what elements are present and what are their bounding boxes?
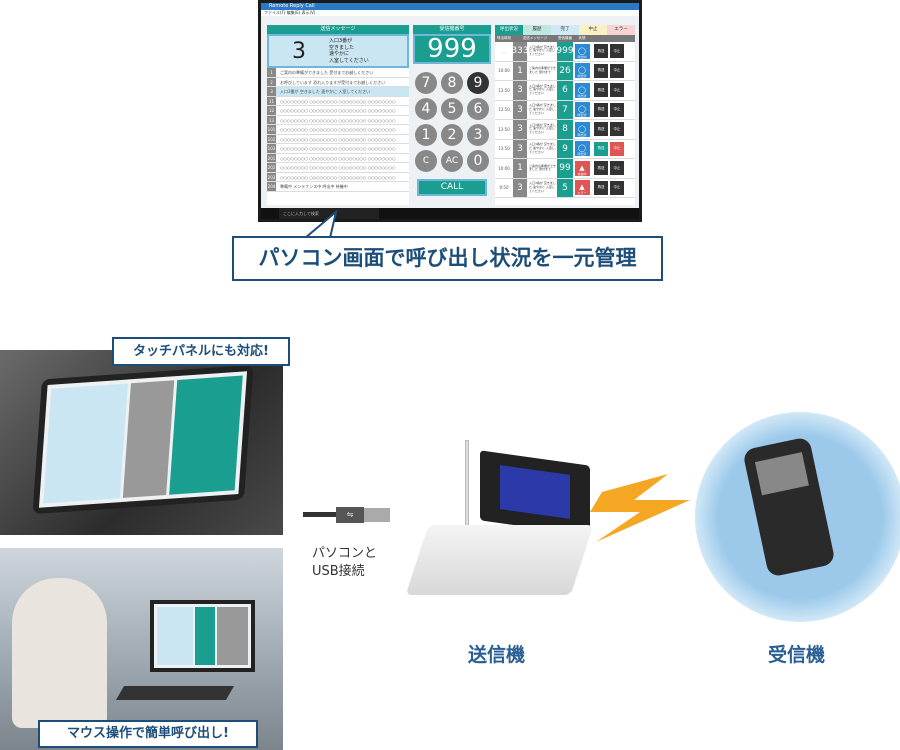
- tablet-photo: [0, 350, 283, 535]
- receiver-device: [742, 436, 836, 578]
- usb-caption: パソコンと USB接続: [312, 545, 377, 581]
- touch-callout: タッチパネルにも対応!: [112, 337, 290, 366]
- person: [12, 578, 107, 728]
- usb-icon: ⇋: [336, 507, 364, 523]
- usb-caption-line2: USB接続: [312, 564, 365, 579]
- receiver-label: 受信機: [768, 644, 826, 666]
- transmitter-label: 送信機: [468, 644, 526, 666]
- keyboard: [115, 686, 235, 700]
- transmitter-antenna: [465, 440, 469, 535]
- usb-caption-line1: パソコンと: [312, 546, 378, 561]
- usb-plug: [364, 508, 390, 522]
- mouse-callout: マウス操作で簡単呼び出し!: [38, 720, 258, 748]
- monitor: [150, 600, 255, 672]
- receiver-circle: [695, 412, 900, 622]
- transmitter-base: [405, 525, 594, 595]
- callout-pointer: [302, 209, 338, 239]
- main-callout: パソコン画面で呼び出し状況を一元管理: [232, 236, 663, 281]
- tablet-device: [32, 364, 254, 515]
- usb-cable: [303, 512, 338, 517]
- wireless-bolt-icon: [590, 474, 690, 542]
